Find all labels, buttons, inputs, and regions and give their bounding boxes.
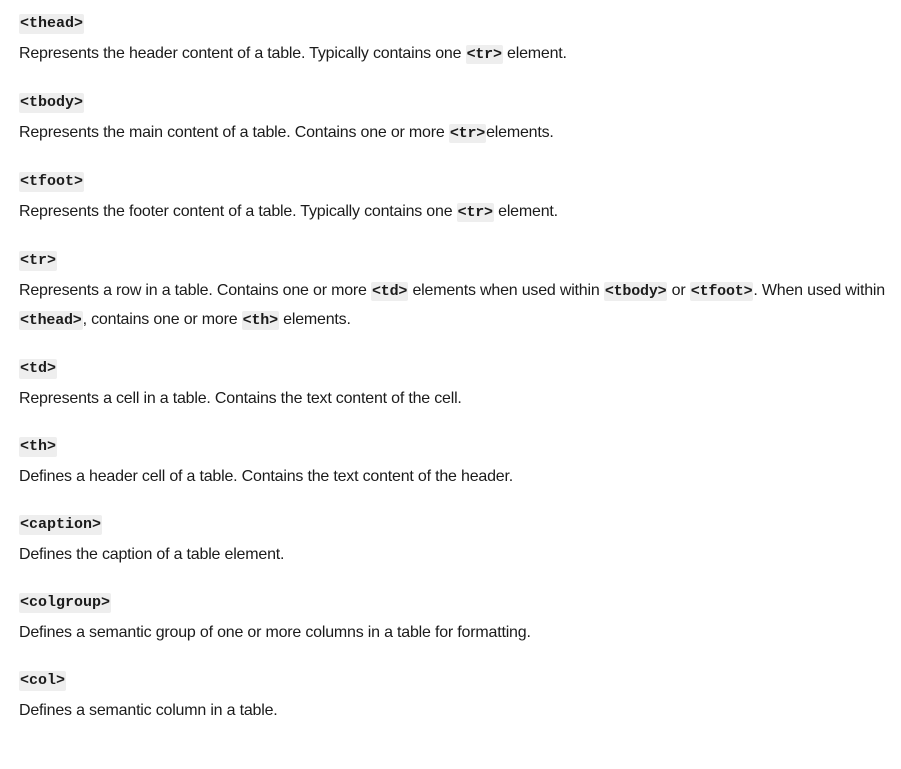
definition-term: <th>	[19, 437, 58, 457]
definition-term: <tr>	[19, 251, 58, 271]
definition-entry-td: <td> Represents a cell in a table. Conta…	[19, 359, 889, 413]
definition-entry-col: <col> Defines a semantic column in a tab…	[19, 671, 889, 725]
definition-entry-tr: <tr> Represents a row in a table. Contai…	[19, 251, 889, 335]
definition-entry-thead: <thead> Represents the header content of…	[19, 14, 889, 69]
definition-term: <colgroup>	[19, 593, 112, 613]
definition-description: Represents a cell in a table. Contains t…	[19, 390, 462, 407]
definition-description: Represents the footer content of a table…	[19, 203, 558, 222]
inline-code: <tfoot>	[689, 282, 754, 301]
definition-term: <caption>	[19, 515, 103, 535]
definition-description: Defines a header cell of a table. Contai…	[19, 468, 513, 485]
definition-entry-tbody: <tbody> Represents the main content of a…	[19, 93, 889, 148]
definition-term: <thead>	[19, 14, 85, 34]
definition-description: Represents the main content of a table. …	[19, 124, 554, 143]
definition-entry-caption: <caption> Defines the caption of a table…	[19, 515, 889, 569]
inline-code: <tr>	[465, 45, 503, 64]
inline-code: <td>	[370, 282, 409, 301]
inline-code: <th>	[241, 311, 279, 330]
inline-code: <tbody>	[603, 282, 668, 301]
definition-description: Represents a row in a table. Contains on…	[19, 282, 885, 330]
definition-entry-th: <th> Defines a header cell of a table. C…	[19, 437, 889, 491]
definition-term: <tbody>	[19, 93, 85, 113]
inline-code: <tr>	[448, 124, 487, 143]
inline-code: <tr>	[456, 203, 494, 222]
definition-term: <col>	[19, 671, 67, 691]
definition-entry-colgroup: <colgroup> Defines a semantic group of o…	[19, 593, 889, 647]
inline-code: <thead>	[19, 311, 83, 330]
definition-description: Defines a semantic group of one or more …	[19, 624, 531, 641]
definition-term: <td>	[19, 359, 58, 379]
definition-description: Represents the header content of a table…	[19, 45, 567, 64]
definition-list: <thead> Represents the header content of…	[19, 14, 889, 725]
definition-entry-tfoot: <tfoot> Represents the footer content of…	[19, 172, 889, 227]
definition-term: <tfoot>	[19, 172, 85, 192]
definition-description: Defines the caption of a table element.	[19, 546, 285, 563]
definition-description: Defines a semantic column in a table.	[19, 702, 278, 719]
